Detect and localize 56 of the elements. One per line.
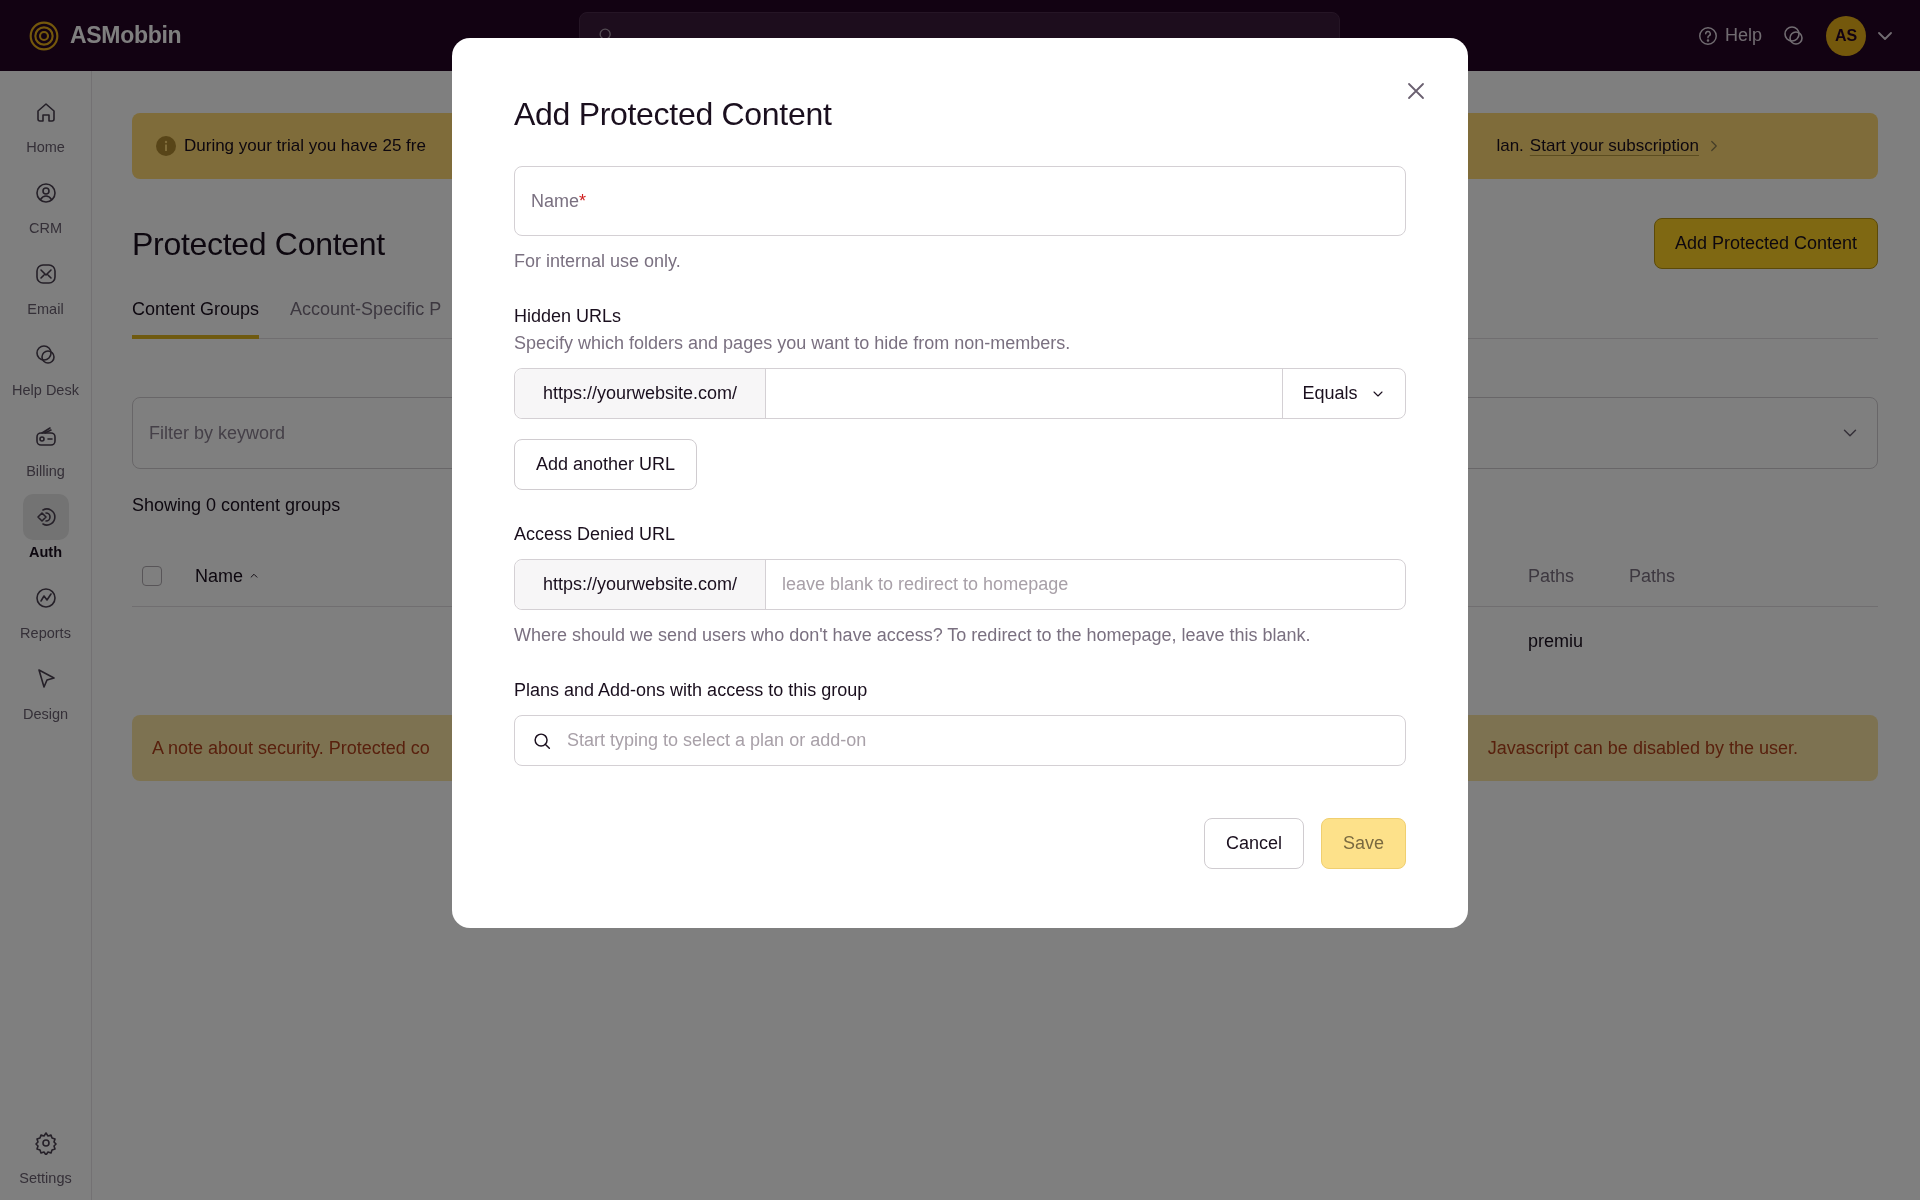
chat-icon xyxy=(1782,23,1806,48)
help-text: Where should we send users who don't have access? To redirect to the homepage, leave this blank. xyxy=(514,625,1312,646)
plan-search-field[interactable]: Start typing to select a plan or add-on xyxy=(514,715,1406,766)
sidebar-item[interactable]: Billing xyxy=(1,413,90,494)
add-protected-content-button[interactable]: Add Protected Content xyxy=(1653,218,1878,269)
column-header[interactable]: Paths xyxy=(1629,565,1878,587)
cancel-button[interactable]: Cancel xyxy=(1203,818,1304,869)
mail-icon xyxy=(33,262,58,286)
help-text: Specify which folders and pages you want to hide from non-members. xyxy=(514,333,1072,354)
add-url-button[interactable]: Add another URL xyxy=(514,439,698,490)
sidebar-item[interactable]: Auth xyxy=(1,494,90,575)
url-prefix: https://yourwebsite.com/ xyxy=(515,369,766,418)
sidebar-item[interactable]: CRM xyxy=(1,170,90,251)
plan-search-input[interactable]: Start typing to select a plan or add-on xyxy=(565,729,1389,752)
url-input[interactable]: leave blank to redirect to homepage xyxy=(766,560,1405,609)
banner-text: lan. xyxy=(1496,136,1524,156)
name-field[interactable]: Name* xyxy=(514,166,1406,236)
result-count: Showing 0 content groups xyxy=(132,495,342,516)
page-title: Protected Content xyxy=(132,226,385,263)
url-field[interactable]: https://yourwebsite.com/ leave blank to redirect to homepage xyxy=(514,559,1406,610)
sidebar-item[interactable]: Reports xyxy=(1,575,90,656)
field-label: Plans and Add-ons with access to this group xyxy=(514,680,869,701)
sidebar-item[interactable]: Design xyxy=(1,656,90,737)
dialog-title: Add Protected Content xyxy=(514,96,833,133)
brand-name[interactable]: ASMobbin xyxy=(70,22,182,49)
table-cell-text: premiu xyxy=(1528,630,1585,652)
chart-icon xyxy=(33,586,58,610)
help-icon xyxy=(1696,24,1719,47)
match-dropdown[interactable]: Equals xyxy=(1282,369,1405,418)
column-header[interactable]: Paths xyxy=(1528,565,1629,587)
info-icon xyxy=(156,136,176,156)
note-text: A note about security. Protected co xyxy=(152,737,430,759)
sidebar-item[interactable]: Home xyxy=(1,89,90,170)
banner-text: During your trial you have 25 fre xyxy=(184,136,426,156)
url-field[interactable]: https://yourwebsite.com/ Equals xyxy=(514,368,1406,419)
tab[interactable]: Account-Specific P xyxy=(290,289,442,339)
sidebar-item[interactable]: Help Desk xyxy=(1,332,90,413)
tab[interactable]: Content Groups xyxy=(132,289,260,339)
note-text: Javascript can be disabled by the user. xyxy=(1487,737,1798,759)
sidebar-item[interactable]: Email xyxy=(1,251,90,332)
avatar[interactable]: AS xyxy=(1826,15,1866,56)
sidebar-item[interactable]: Settings xyxy=(1,1120,90,1186)
help-text: For internal use only. xyxy=(514,251,682,272)
field-label: Hidden URLs xyxy=(514,306,623,327)
column-header[interactable]: Name xyxy=(195,565,243,587)
help-link[interactable]: Help xyxy=(1696,24,1762,47)
billing-icon xyxy=(33,424,58,448)
logo-icon xyxy=(28,19,60,52)
chat-icon xyxy=(33,343,58,367)
checkbox[interactable] xyxy=(142,566,162,586)
subscription-link[interactable]: Start your subscription xyxy=(1529,136,1699,156)
settings-icon xyxy=(33,1131,58,1155)
caret-icon[interactable] xyxy=(1878,31,1892,40)
url-prefix: https://yourwebsite.com/ xyxy=(515,560,766,609)
person-icon xyxy=(33,181,58,205)
field-label: Access Denied URL xyxy=(514,524,677,545)
